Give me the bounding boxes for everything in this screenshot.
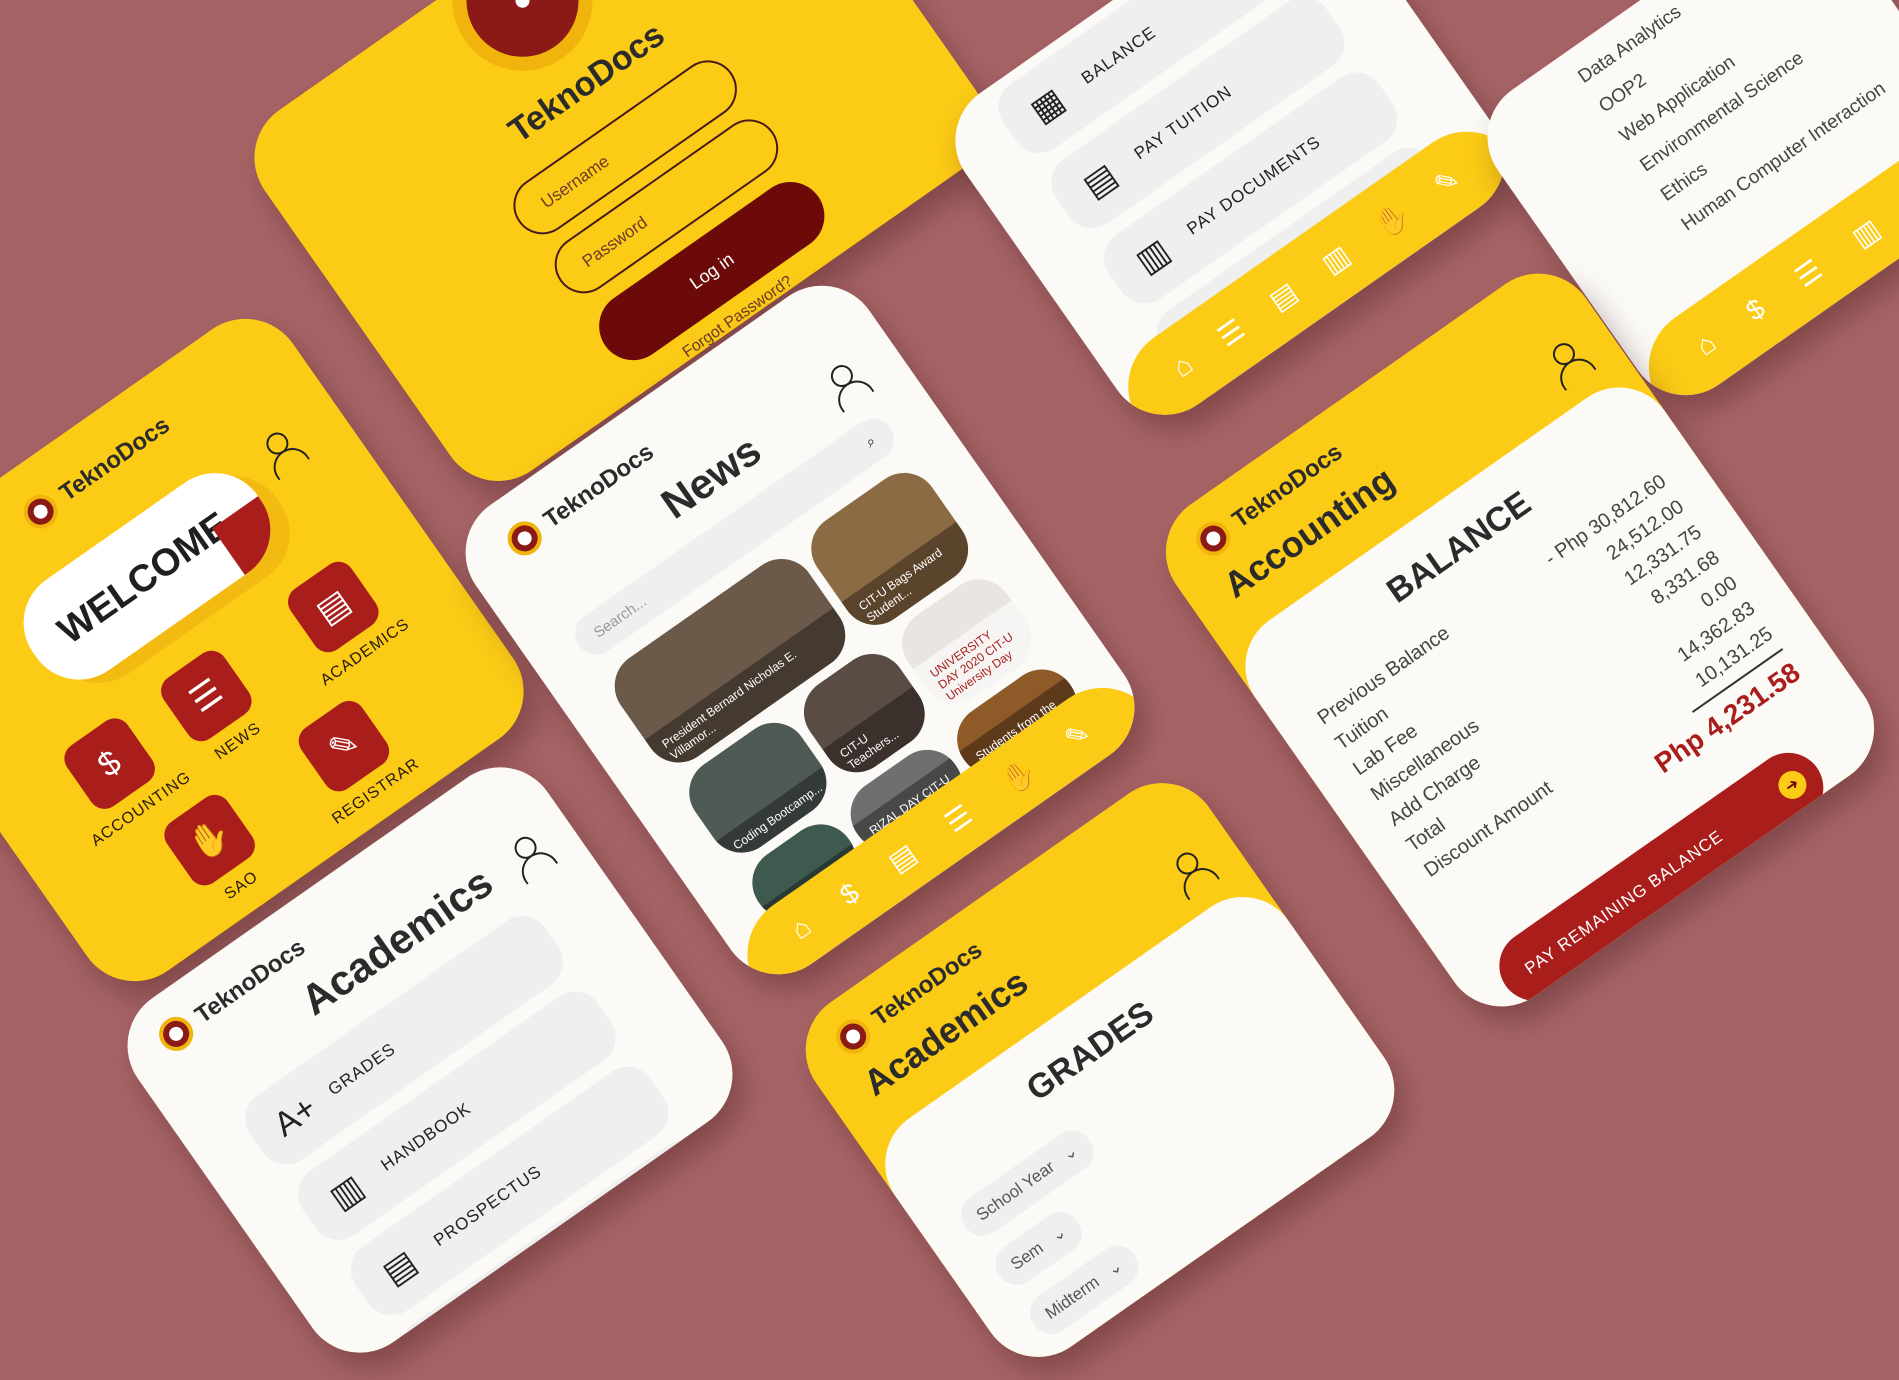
select-value: Midterm — [1041, 1272, 1103, 1323]
grade-icon: A+ — [266, 1088, 324, 1144]
tile-academics[interactable]: ▤ ACADEMICS — [269, 547, 413, 690]
money-icon[interactable]: $ — [834, 877, 865, 912]
item-label: PROSPECTUS — [430, 1161, 546, 1251]
welcome-text: WELCOME — [50, 504, 237, 653]
profile-icon[interactable] — [819, 357, 875, 415]
books-icon[interactable]: ▤ — [882, 837, 923, 879]
home-icon[interactable]: ⌂ — [1167, 348, 1199, 384]
item-label: BALANCE — [1077, 22, 1160, 88]
welcome-stripe — [212, 495, 291, 575]
tuition-icon: ▤ — [1076, 156, 1125, 206]
gear-hand-icon: ⚙ — [1235, 382, 1283, 432]
grades-heading: GRADES — [1019, 993, 1161, 1109]
home-icon[interactable]: ⌂ — [1690, 327, 1722, 363]
document-icon[interactable]: ☰ — [939, 798, 978, 839]
balance-labels: Previous Balance Tuition Lab Fee Miscell… — [1314, 622, 1590, 923]
mockup-scene: TeknoDocs Username Password Log in Forgo… — [0, 0, 1899, 1380]
books-icon[interactable]: ▤ — [1263, 275, 1304, 317]
handshake-icon[interactable]: ✋ — [994, 753, 1041, 800]
item-label: HANDBOOK — [377, 1098, 475, 1175]
tile-label: SAO — [221, 868, 262, 904]
handshake-icon[interactable]: ✋ — [1368, 196, 1415, 243]
profile-icon[interactable] — [1165, 844, 1221, 902]
money-icon[interactable]: $ — [1740, 292, 1771, 327]
chevron-down-icon: ⌄ — [1103, 1255, 1126, 1280]
lock-icon: 🔒 — [425, 1314, 482, 1371]
profile-icon[interactable] — [503, 828, 559, 886]
document-icon[interactable]: ▥ — [1315, 238, 1356, 280]
profile-icon[interactable] — [255, 424, 311, 482]
seal-icon — [152, 1010, 200, 1058]
brand-name: TeknoDocs — [190, 933, 311, 1030]
item-label: OTHERS — [1288, 329, 1363, 390]
home-icon[interactable]: ⌂ — [785, 910, 817, 946]
seal-icon — [1189, 514, 1238, 563]
arrow-right-icon: ➜ — [1772, 765, 1812, 805]
balance-icon: ▦ — [1023, 80, 1072, 131]
newspaper-icon[interactable]: ☰ — [1789, 252, 1828, 293]
chevron-down-icon: ⌄ — [1058, 1140, 1082, 1165]
item-label: PAY TUITION — [1130, 81, 1236, 164]
prospectus-icon: ▤ — [375, 1243, 424, 1293]
edit-document-icon[interactable]: ✎ — [1058, 715, 1096, 755]
document-icon: ▥ — [1129, 231, 1178, 282]
item-label: GRADES — [324, 1039, 400, 1100]
book-icon: ▥ — [322, 1167, 372, 1218]
tile-sao[interactable]: ✋ SAO — [158, 788, 277, 915]
search-icon: ⌕ — [862, 432, 879, 451]
newspaper-icon[interactable]: ☰ — [1211, 312, 1250, 353]
chevron-down-icon: ⌄ — [1047, 1222, 1070, 1246]
edit-document-icon[interactable]: ✎ — [1428, 161, 1466, 201]
seal-icon — [16, 487, 65, 536]
profile-icon[interactable] — [1541, 335, 1597, 393]
seal-icon — [500, 514, 549, 563]
search-placeholder: Search... — [590, 592, 650, 642]
item-label: CAMPUS — [482, 1264, 559, 1326]
balance-values: - Php 30,812.60 24,512.00 12,331.75 8,33… — [1519, 470, 1807, 779]
select-value: School Year — [972, 1157, 1059, 1225]
tile-registrar[interactable]: ✎ REGISTRAR — [281, 686, 423, 828]
brand-name: TeknoDocs — [54, 411, 175, 507]
seal-icon — [829, 1012, 877, 1061]
document-icon[interactable]: ▥ — [1845, 212, 1886, 254]
select-value: Sem — [1007, 1238, 1047, 1274]
